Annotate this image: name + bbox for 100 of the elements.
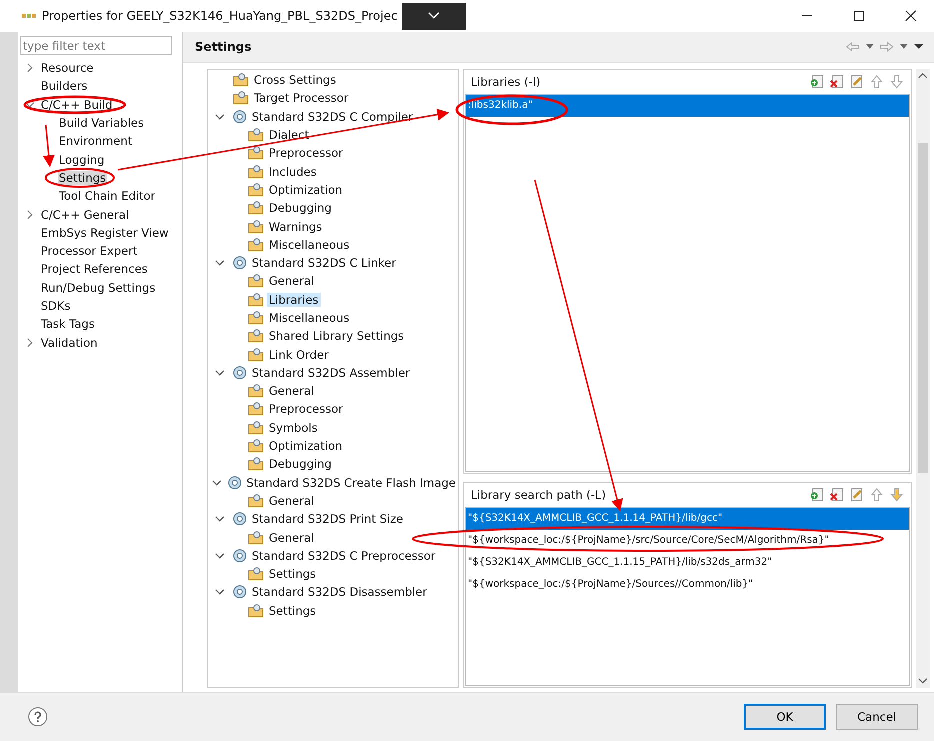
tree-item[interactable]: Target Processor bbox=[252, 91, 351, 106]
dropdown-arrow-icon[interactable] bbox=[900, 44, 908, 50]
nav-item[interactable]: Environment bbox=[58, 134, 134, 148]
tree-item[interactable]: Settings bbox=[267, 567, 318, 582]
tree-item[interactable]: Preprocessor bbox=[267, 402, 346, 416]
folder-gear-icon bbox=[248, 238, 264, 252]
list-item[interactable]: "${S32K14X_AMMCLIB_GCC_1.1.15_PATH}/lib/s32ds_arm32" bbox=[466, 552, 909, 574]
folder-gear-icon bbox=[248, 220, 264, 234]
chevron-right-icon[interactable] bbox=[26, 63, 34, 74]
tree-item[interactable]: Standard S32DS Print Size bbox=[250, 512, 406, 526]
nav-item[interactable]: C/C++ Build bbox=[40, 98, 114, 112]
window-title: Properties for GEELY_S32K146_HuaYang_PBL_S32DS_Projec bbox=[42, 9, 398, 23]
tree-item[interactable]: Dialect bbox=[267, 128, 312, 142]
nav-item[interactable]: Tool Chain Editor bbox=[58, 189, 157, 204]
dialog-button[interactable]: OK bbox=[744, 704, 826, 730]
nav-item[interactable]: Project References bbox=[40, 262, 149, 276]
tree-item[interactable]: Optimization bbox=[267, 439, 345, 454]
add-icon[interactable] bbox=[810, 75, 824, 89]
edit-icon[interactable] bbox=[850, 75, 864, 89]
tree-item[interactable]: General bbox=[267, 494, 316, 508]
tree-item[interactable]: Debugging bbox=[267, 457, 334, 472]
tree-item[interactable]: Shared Library Settings bbox=[267, 329, 406, 344]
tree-item[interactable]: General bbox=[267, 384, 316, 398]
list-title: Libraries (-l) bbox=[471, 75, 541, 89]
folder-gear-icon bbox=[248, 384, 264, 398]
tree-item[interactable]: Optimization bbox=[267, 182, 345, 197]
page-title: Settings bbox=[195, 40, 252, 54]
list-item[interactable]: :libs32klib.a" bbox=[466, 95, 909, 117]
dropdown-arrow-icon[interactable] bbox=[866, 44, 874, 50]
chevron-down-icon[interactable] bbox=[212, 478, 222, 487]
tree-item[interactable]: Standard S32DS Disassembler bbox=[250, 585, 430, 600]
chevron-down-icon[interactable] bbox=[215, 515, 225, 524]
tree-item[interactable]: Debugging bbox=[267, 201, 334, 216]
folder-gear-icon bbox=[248, 348, 264, 362]
list-item[interactable]: "${workspace_loc:/${ProjName}/src/Source/Core/SecM/Algorithm/Rsa}" bbox=[466, 530, 909, 552]
tree-item[interactable]: Preprocessor bbox=[267, 146, 346, 160]
nav-item[interactable]: Run/Debug Settings bbox=[40, 280, 157, 295]
tree-item[interactable]: Standard S32DS C Compiler bbox=[250, 110, 416, 124]
tree-item[interactable]: Standard S32DS C Linker bbox=[250, 256, 398, 270]
folder-gear-icon bbox=[233, 91, 249, 106]
chevron-down-icon[interactable] bbox=[25, 100, 35, 109]
chevron-right-icon[interactable] bbox=[26, 210, 34, 220]
dialog-button[interactable]: Cancel bbox=[836, 704, 918, 730]
add-icon[interactable] bbox=[810, 488, 824, 502]
nav-item[interactable]: Logging bbox=[58, 152, 106, 167]
tree-item[interactable]: Standard S32DS Assembler bbox=[250, 366, 412, 380]
nav-item[interactable]: EmbSys Register View bbox=[40, 226, 170, 240]
folder-gear-icon bbox=[233, 73, 249, 88]
tree-item[interactable]: Link Order bbox=[267, 348, 331, 362]
menu-icon[interactable] bbox=[914, 44, 924, 50]
tree-item[interactable]: General bbox=[267, 274, 316, 288]
tree-item[interactable]: General bbox=[267, 530, 316, 545]
gear-icon bbox=[233, 585, 247, 600]
gear-icon bbox=[233, 256, 247, 270]
tree-item[interactable]: Miscellaneous bbox=[267, 311, 352, 325]
list-item[interactable]: "${workspace_loc:/${ProjName}/Sources//Common/lib}" bbox=[466, 574, 909, 596]
tree-item[interactable]: Includes bbox=[267, 164, 319, 179]
edit-icon[interactable] bbox=[850, 488, 864, 502]
chevron-right-icon[interactable] bbox=[26, 338, 34, 348]
scroll-up-icon[interactable] bbox=[918, 73, 928, 79]
maximize-icon[interactable] bbox=[853, 10, 865, 22]
tree-item[interactable]: Warnings bbox=[267, 220, 324, 234]
delete-icon[interactable] bbox=[830, 75, 844, 89]
tree-item[interactable]: Miscellaneous bbox=[267, 238, 352, 252]
nav-item[interactable]: C/C++ General bbox=[40, 208, 130, 222]
nav-item[interactable]: Processor Expert bbox=[40, 244, 139, 258]
scrollbar[interactable] bbox=[916, 69, 930, 688]
folder-gear-icon bbox=[248, 402, 264, 416]
scroll-down-icon[interactable] bbox=[918, 678, 928, 684]
tree-item[interactable]: Cross Settings bbox=[252, 73, 338, 88]
tree-item[interactable]: Symbols bbox=[267, 420, 320, 435]
filter-field[interactable]: type filter text bbox=[20, 36, 172, 55]
nav-item[interactable]: Builders bbox=[40, 79, 89, 94]
nav-item[interactable]: Build Variables bbox=[58, 116, 146, 130]
folder-gear-icon bbox=[248, 530, 264, 545]
list-item[interactable]: "${S32K14X_AMMCLIB_GCC_1.1.14_PATH}/lib/gcc" bbox=[466, 508, 909, 530]
nav-item[interactable]: Settings bbox=[58, 170, 108, 185]
chevron-down-icon[interactable] bbox=[215, 112, 225, 121]
folder-gear-icon bbox=[248, 274, 264, 288]
folder-gear-icon bbox=[248, 420, 264, 435]
chevron-down-icon[interactable] bbox=[215, 259, 225, 268]
nav-item[interactable]: SDKs bbox=[40, 299, 72, 313]
folder-gear-icon bbox=[248, 292, 264, 307]
folder-gear-icon bbox=[248, 567, 264, 582]
tree-item[interactable]: Standard S32DS C Preprocessor bbox=[250, 548, 438, 563]
delete-icon[interactable] bbox=[830, 488, 844, 502]
help-icon[interactable] bbox=[28, 707, 48, 727]
close-icon[interactable] bbox=[905, 10, 917, 22]
chevron-down-icon[interactable] bbox=[215, 588, 225, 596]
nav-item[interactable]: Resource bbox=[40, 61, 95, 76]
dropdown-button[interactable] bbox=[402, 2, 466, 30]
tree-item[interactable]: Standard S32DS Create Flash Image bbox=[244, 476, 458, 490]
nav-item[interactable]: Task Tags bbox=[40, 317, 96, 332]
folder-gear-icon bbox=[248, 311, 264, 325]
chevron-down-icon[interactable] bbox=[215, 552, 225, 560]
tree-item[interactable]: Libraries bbox=[267, 292, 321, 307]
nav-item[interactable]: Validation bbox=[40, 336, 99, 350]
tree-item[interactable]: Settings bbox=[267, 604, 318, 618]
chevron-down-icon[interactable] bbox=[215, 368, 225, 377]
chevron-down-icon bbox=[428, 12, 440, 20]
